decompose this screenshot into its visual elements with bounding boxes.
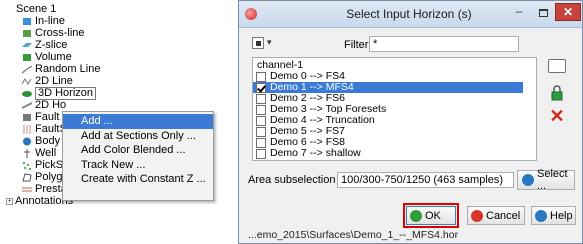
3d-horizon-icon: [22, 89, 32, 98]
title-bar[interactable]: Select Input Horizon (s) – ✕: [239, 1, 582, 28]
list-scrollbar[interactable]: ▲ ▼: [536, 58, 537, 160]
fault-icon: [22, 113, 32, 122]
checkbox-checked[interactable]: [256, 82, 266, 93]
cancel-button[interactable]: Cancel: [467, 206, 525, 225]
filter-label: Filter: [344, 39, 369, 51]
remove-button[interactable]: ✕: [548, 107, 566, 125]
ok-button[interactable]: OK: [406, 206, 456, 225]
well-icon: [22, 149, 32, 158]
prestack-events-icon: [22, 185, 32, 194]
random-line-icon: [21, 65, 33, 74]
select-all-toggle[interactable]: [252, 37, 264, 49]
blank-button[interactable]: [548, 59, 566, 73]
2d-line-icon: [21, 77, 32, 86]
cancel-icon: [471, 209, 483, 222]
minimize-button[interactable]: –: [507, 5, 531, 22]
minimize-icon: –: [515, 4, 523, 18]
dialog-title: Select Input Horizon (s): [346, 7, 472, 21]
menu-item-create-constant-z[interactable]: Create with Constant Z ...: [63, 172, 213, 187]
menu-item-add-color-blended[interactable]: Add Color Blended ...: [63, 143, 213, 158]
checkbox[interactable]: [256, 93, 266, 104]
area-subselection-label: Area subselection: [248, 174, 336, 186]
inline-icon: [22, 17, 32, 26]
maximize-button[interactable]: [532, 5, 554, 22]
list-item[interactable]: Demo 7 --> shallow: [253, 148, 523, 159]
close-button[interactable]: ✕: [555, 3, 581, 21]
maximize-icon: [538, 9, 548, 17]
select-all-icon: [256, 41, 261, 46]
body-icon: [22, 137, 32, 146]
close-icon: ✕: [562, 5, 574, 19]
menu-item-track-new[interactable]: Track New ...: [63, 158, 213, 173]
checkbox[interactable]: [256, 148, 266, 159]
checkbox[interactable]: [256, 126, 266, 137]
faultstick-icon: [22, 125, 32, 134]
list-item-label: Demo 7 --> shallow: [270, 147, 361, 159]
volume-icon: [22, 53, 32, 62]
context-menu: Add ... Add at Sections Only ... Add Col…: [62, 111, 214, 201]
help-button[interactable]: Help: [531, 206, 576, 225]
ok-button-label: OK: [425, 209, 441, 222]
help-button-label: Help: [550, 209, 573, 222]
menu-item-add[interactable]: Add ...: [63, 114, 213, 129]
polygon-icon: [22, 173, 32, 182]
picksets-icon: [22, 161, 32, 171]
app-icon: [245, 8, 257, 20]
chevron-down-icon[interactable]: ▾: [267, 37, 272, 48]
zslice-icon: [22, 41, 32, 50]
select-button-label: Select ...: [537, 168, 568, 192]
lock-button[interactable]: [549, 85, 565, 101]
expand-icon[interactable]: +: [6, 198, 13, 205]
select-button[interactable]: Select ...: [517, 168, 575, 192]
select-input-horizon-dialog: Select Input Horizon (s) – ✕ ▾ Filter ch…: [238, 0, 583, 244]
menu-item-add-at-sections-only[interactable]: Add at Sections Only ...: [63, 129, 213, 144]
cancel-button-label: Cancel: [486, 209, 521, 222]
area-subselection-field: 100/300-750/1250 (463 samples): [337, 172, 514, 188]
crossline-icon: [22, 29, 32, 38]
checkbox[interactable]: [256, 115, 266, 126]
horizon-list[interactable]: channel-1 Demo 0 --> FS4 Demo 1 --> MFS4…: [252, 57, 537, 161]
remove-icon: ✕: [549, 106, 565, 126]
help-icon: [535, 209, 547, 222]
checkbox[interactable]: [256, 137, 266, 148]
filter-input[interactable]: [369, 36, 519, 52]
2d-horizon-icon: [21, 101, 33, 110]
status-path: ...emo_2015\Surfaces\Demo_1_--_MFS4.hor: [248, 229, 459, 241]
select-icon: [522, 174, 534, 186]
checkbox[interactable]: [256, 104, 266, 115]
lock-icon: [551, 85, 563, 101]
ok-icon: [410, 209, 422, 222]
checkbox[interactable]: [256, 71, 266, 82]
